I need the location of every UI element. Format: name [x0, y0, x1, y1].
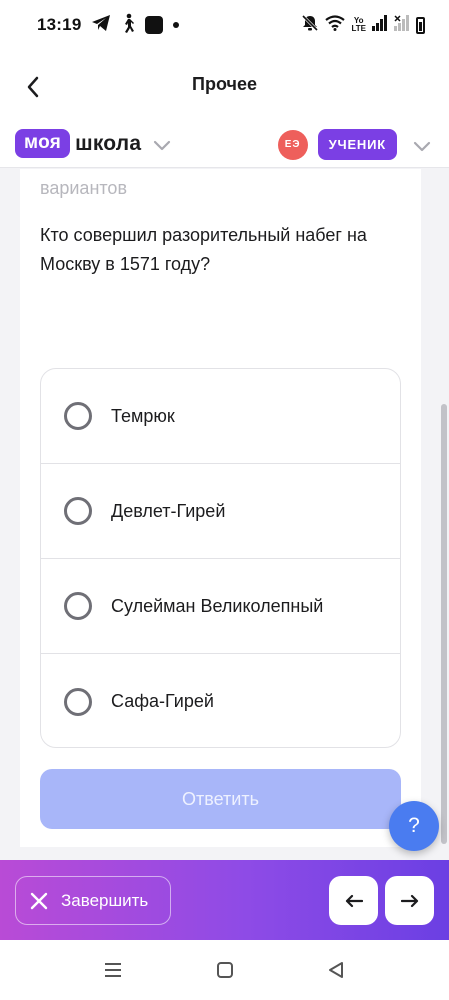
brand-word: школа: [75, 131, 142, 155]
radio-button[interactable]: [64, 402, 92, 430]
notification-dot-icon: [173, 22, 180, 28]
signal-no-service-icon: [394, 14, 410, 36]
avatar: ЕЭ: [277, 129, 308, 160]
arrow-left-icon: [345, 894, 363, 907]
finish-button[interactable]: Завершить: [15, 876, 171, 925]
walking-icon: [121, 13, 135, 38]
lte-bottom-label: LTE: [351, 24, 366, 33]
previous-text-fragment: вариантов: [40, 178, 128, 198]
chevron-down-icon: [154, 140, 171, 151]
previous-question-button[interactable]: [329, 876, 378, 925]
system-back-button[interactable]: [326, 960, 346, 980]
answer-option[interactable]: Сулейман Великолепный: [41, 559, 400, 654]
status-left-icons: [91, 13, 180, 38]
role-badge: УЧЕНИК: [317, 129, 397, 160]
answer-option[interactable]: Темрюк: [41, 369, 400, 464]
close-icon: [30, 892, 48, 909]
answer-option-label: Темрюк: [111, 405, 175, 426]
battery-icon: [416, 16, 425, 34]
answer-option-label: Девлет-Гирей: [111, 500, 226, 521]
user-switcher[interactable]: ЕЭ УЧЕНИК: [277, 129, 431, 160]
status-time: 13:19: [37, 15, 82, 34]
answer-options: Темрюк Девлет-Гирей Сулейман Великолепны…: [40, 368, 401, 748]
submit-answer-button[interactable]: Ответить: [40, 769, 401, 829]
chevron-down-icon: [413, 141, 431, 151]
help-button[interactable]: ?: [389, 801, 439, 851]
home-square-icon: [217, 962, 233, 978]
radio-button[interactable]: [64, 687, 92, 716]
page-title: Прочее: [192, 74, 257, 94]
arrow-right-icon: [400, 894, 418, 907]
menu-lines-icon: [105, 963, 121, 977]
wifi-icon: [325, 14, 346, 36]
signal-icon: [372, 14, 388, 36]
mute-icon: [301, 14, 319, 37]
home-button[interactable]: [215, 960, 235, 980]
next-question-button[interactable]: [385, 876, 434, 925]
system-navigation-bar: [0, 940, 449, 1000]
status-bar: 13:19 Yo LTE: [0, 0, 449, 50]
answer-option[interactable]: Девлет-Гирей: [41, 464, 400, 559]
brand-switcher[interactable]: моя школа: [15, 129, 171, 158]
question-card: вариантов Кто совершил разорительный наб…: [20, 169, 421, 847]
app-header: Прочее моя школа ЕЭ УЧЕНИК: [0, 50, 449, 168]
lte-indicator: Yo LTE: [351, 17, 366, 33]
bottom-action-bar: Завершить: [0, 860, 449, 940]
answer-option-label: Сафа-Гирей: [111, 691, 214, 711]
telegram-icon: [91, 14, 111, 37]
finish-label: Завершить: [61, 890, 149, 910]
recent-apps-button[interactable]: [103, 960, 123, 980]
app-square-icon: [145, 16, 164, 34]
question-text: Кто совершил разорительный набег на Моск…: [40, 225, 367, 274]
radio-button[interactable]: [64, 592, 92, 620]
brand-badge: моя: [15, 129, 71, 158]
answer-option[interactable]: Сафа-Гирей: [41, 654, 400, 747]
status-right-icons: Yo LTE: [301, 14, 425, 37]
triangle-back-icon: [329, 962, 343, 978]
radio-button[interactable]: [64, 497, 92, 525]
answer-option-label: Сулейман Великолепный: [111, 595, 324, 616]
scrollbar[interactable]: [441, 404, 447, 844]
